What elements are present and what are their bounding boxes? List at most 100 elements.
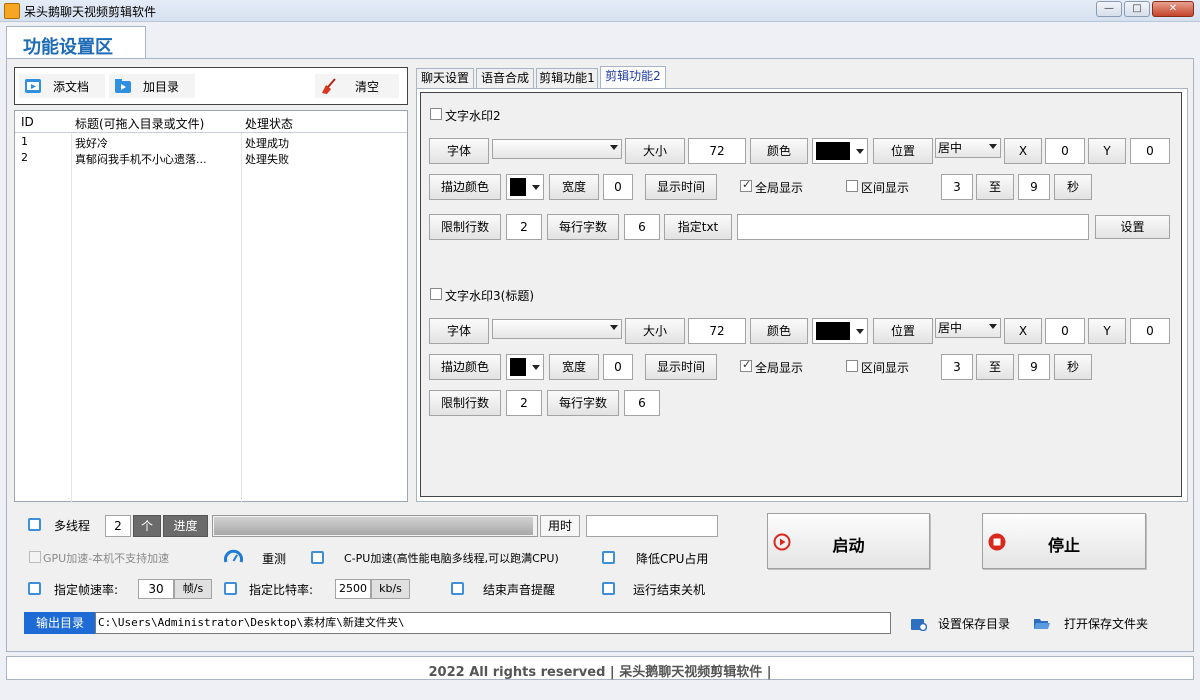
wm2-chars-per-line-label: 每行字数 (547, 214, 619, 240)
wm2-x-input[interactable]: 0 (1045, 138, 1085, 164)
wm3-size-input[interactable]: 72 (688, 318, 746, 344)
wm2-color-picker[interactable] (812, 138, 868, 164)
tab-edit-function-2[interactable]: 剪辑功能2 (600, 66, 666, 89)
wm2-seconds-label: 秒 (1054, 174, 1092, 200)
wm3-chars-input[interactable]: 6 (624, 390, 660, 416)
footer-copyright: 2022 All rights reserved | 呆头鹅聊天视频剪辑软件 | (428, 665, 772, 680)
elapsed-label: 用时 (540, 515, 580, 537)
wm2-stroke-color-picker[interactable] (506, 174, 544, 200)
add-document-button[interactable]: 添文档 (19, 74, 105, 98)
wm2-y-input[interactable]: 0 (1130, 138, 1170, 164)
wm2-size-input[interactable]: 72 (688, 138, 746, 164)
wm3-show-time-button[interactable]: 显示时间 (645, 354, 717, 380)
set-save-directory-button[interactable]: 设置保存目录 (906, 612, 1018, 634)
tab-voice-synthesis[interactable]: 语音合成 (476, 68, 534, 89)
col-header-title[interactable]: 标题(可拖入目录或文件) (75, 115, 204, 132)
wm2-chars-input[interactable]: 6 (624, 214, 660, 240)
settings-tabs: 聊天设置 语音合成 剪辑功能1 剪辑功能2 (416, 66, 1186, 89)
wm2-color-button[interactable]: 颜色 (750, 138, 808, 164)
frame-rate-input[interactable]: 30 (138, 579, 174, 599)
color-swatch (510, 358, 526, 376)
watermark3-checkbox[interactable] (430, 288, 442, 300)
wm3-x-label: X (1004, 318, 1042, 344)
wm2-font-button[interactable]: 字体 (429, 138, 489, 164)
wm2-size-label: 大小 (625, 138, 685, 164)
wm2-width-input[interactable]: 0 (603, 174, 633, 200)
set-save-directory-label: 设置保存目录 (938, 617, 1011, 631)
multithread-label: 多线程 (54, 519, 91, 533)
stop-button[interactable]: 停止 (982, 513, 1146, 569)
cpu-acceleration-checkbox[interactable] (311, 551, 324, 564)
wm2-range-from-input[interactable]: 3 (941, 174, 973, 200)
tab-chat-settings[interactable]: 聊天设置 (416, 68, 474, 89)
maximize-button[interactable]: □ (1124, 1, 1150, 17)
wm3-x-input[interactable]: 0 (1045, 318, 1085, 344)
shutdown-checkbox[interactable] (602, 582, 615, 595)
wm2-limit-lines-label: 限制行数 (429, 214, 501, 240)
wm3-font-select[interactable] (492, 319, 622, 339)
watermark2-checkbox[interactable] (430, 108, 442, 120)
chevron-down-icon (610, 145, 618, 150)
wm2-font-select[interactable] (492, 139, 622, 159)
wm3-stroke-color-button[interactable]: 描边颜色 (429, 354, 501, 380)
frame-rate-unit: 帧/s (174, 579, 212, 599)
wm3-position-select[interactable]: 居中 (935, 318, 1001, 338)
list-item[interactable]: 2 真郁闷我手机不小心遗落... 处理失败 (15, 150, 407, 166)
wm3-size-label: 大小 (625, 318, 685, 344)
retest-button[interactable]: 重测 (262, 550, 286, 567)
wm3-font-button[interactable]: 字体 (429, 318, 489, 344)
list-item[interactable]: 1 我好冷 处理成功 (15, 134, 407, 150)
wm3-color-button[interactable]: 颜色 (750, 318, 808, 344)
wm3-limit-lines-label: 限制行数 (429, 390, 501, 416)
clear-button[interactable]: 清空 (315, 74, 399, 98)
chevron-down-icon (989, 324, 997, 329)
wm2-range-to-input[interactable]: 9 (1018, 174, 1050, 200)
lower-cpu-checkbox[interactable] (602, 551, 615, 564)
file-toolbar: 添文档 加目录 清空 (14, 67, 408, 105)
list-item-title: 我好冷 (75, 137, 108, 150)
col-header-status[interactable]: 处理状态 (245, 115, 293, 132)
close-button[interactable]: ✕ (1152, 1, 1194, 17)
bitrate-checkbox[interactable] (224, 582, 237, 595)
wm2-lines-input[interactable]: 2 (506, 214, 542, 240)
wm3-range-to-input[interactable]: 9 (1018, 354, 1050, 380)
bitrate-input[interactable]: 2500 (335, 579, 371, 599)
thread-count-input[interactable]: 2 (105, 515, 131, 537)
add-directory-button[interactable]: 加目录 (109, 74, 195, 98)
wm3-global-checkbox[interactable] (740, 358, 752, 372)
tab-edit-function-1[interactable]: 剪辑功能1 (536, 68, 598, 89)
wm2-position-select[interactable]: 居中 (935, 138, 1001, 158)
wm3-position-label: 位置 (873, 318, 933, 344)
col-header-id[interactable]: ID (21, 115, 34, 129)
wm3-lines-input[interactable]: 2 (506, 390, 542, 416)
wm2-global-checkbox[interactable] (740, 178, 752, 192)
wm3-range-from-input[interactable]: 3 (941, 354, 973, 380)
wm2-settings-button[interactable]: 设置 (1095, 215, 1170, 239)
wm3-range-label: 区间显示 (861, 361, 910, 375)
open-save-folder-button[interactable]: 打开保存文件夹 (1030, 612, 1156, 634)
wm2-stroke-color-button[interactable]: 描边颜色 (429, 174, 501, 200)
output-path-input[interactable]: C:\Users\Administrator\Desktop\素材库\新建文件夹… (95, 612, 891, 634)
bitrate-unit: kb/s (371, 579, 410, 599)
wm3-color-picker[interactable] (812, 318, 868, 344)
progress-label: 进度 (163, 515, 208, 537)
wm3-width-label: 宽度 (549, 354, 599, 380)
end-sound-checkbox[interactable] (451, 582, 464, 595)
elapsed-time-display (586, 515, 718, 537)
start-button[interactable]: 启动 (767, 513, 930, 569)
watermark3-label: 文字水印3(标题) (445, 289, 534, 303)
wm3-y-input[interactable]: 0 (1130, 318, 1170, 344)
wm2-range-checkbox[interactable] (846, 180, 858, 192)
cpu-acceleration-label: C-PU加速(高性能电脑多线程,可以跑满CPU) (344, 552, 559, 565)
multithread-checkbox[interactable] (28, 518, 41, 531)
frame-rate-checkbox[interactable] (28, 582, 41, 595)
wm3-width-input[interactable]: 0 (603, 354, 633, 380)
minimize-button[interactable]: — (1096, 1, 1122, 17)
list-item-id: 2 (21, 151, 28, 164)
tab-function-settings[interactable]: 功能设置区 (6, 26, 146, 59)
wm3-stroke-color-picker[interactable] (506, 354, 544, 380)
file-list[interactable]: ID 标题(可拖入目录或文件) 处理状态 1 我好冷 处理成功 2 真郁闷我手机… (14, 110, 408, 503)
wm2-txt-path-input[interactable] (737, 214, 1089, 240)
wm3-range-checkbox[interactable] (846, 360, 858, 372)
wm2-show-time-button[interactable]: 显示时间 (645, 174, 717, 200)
